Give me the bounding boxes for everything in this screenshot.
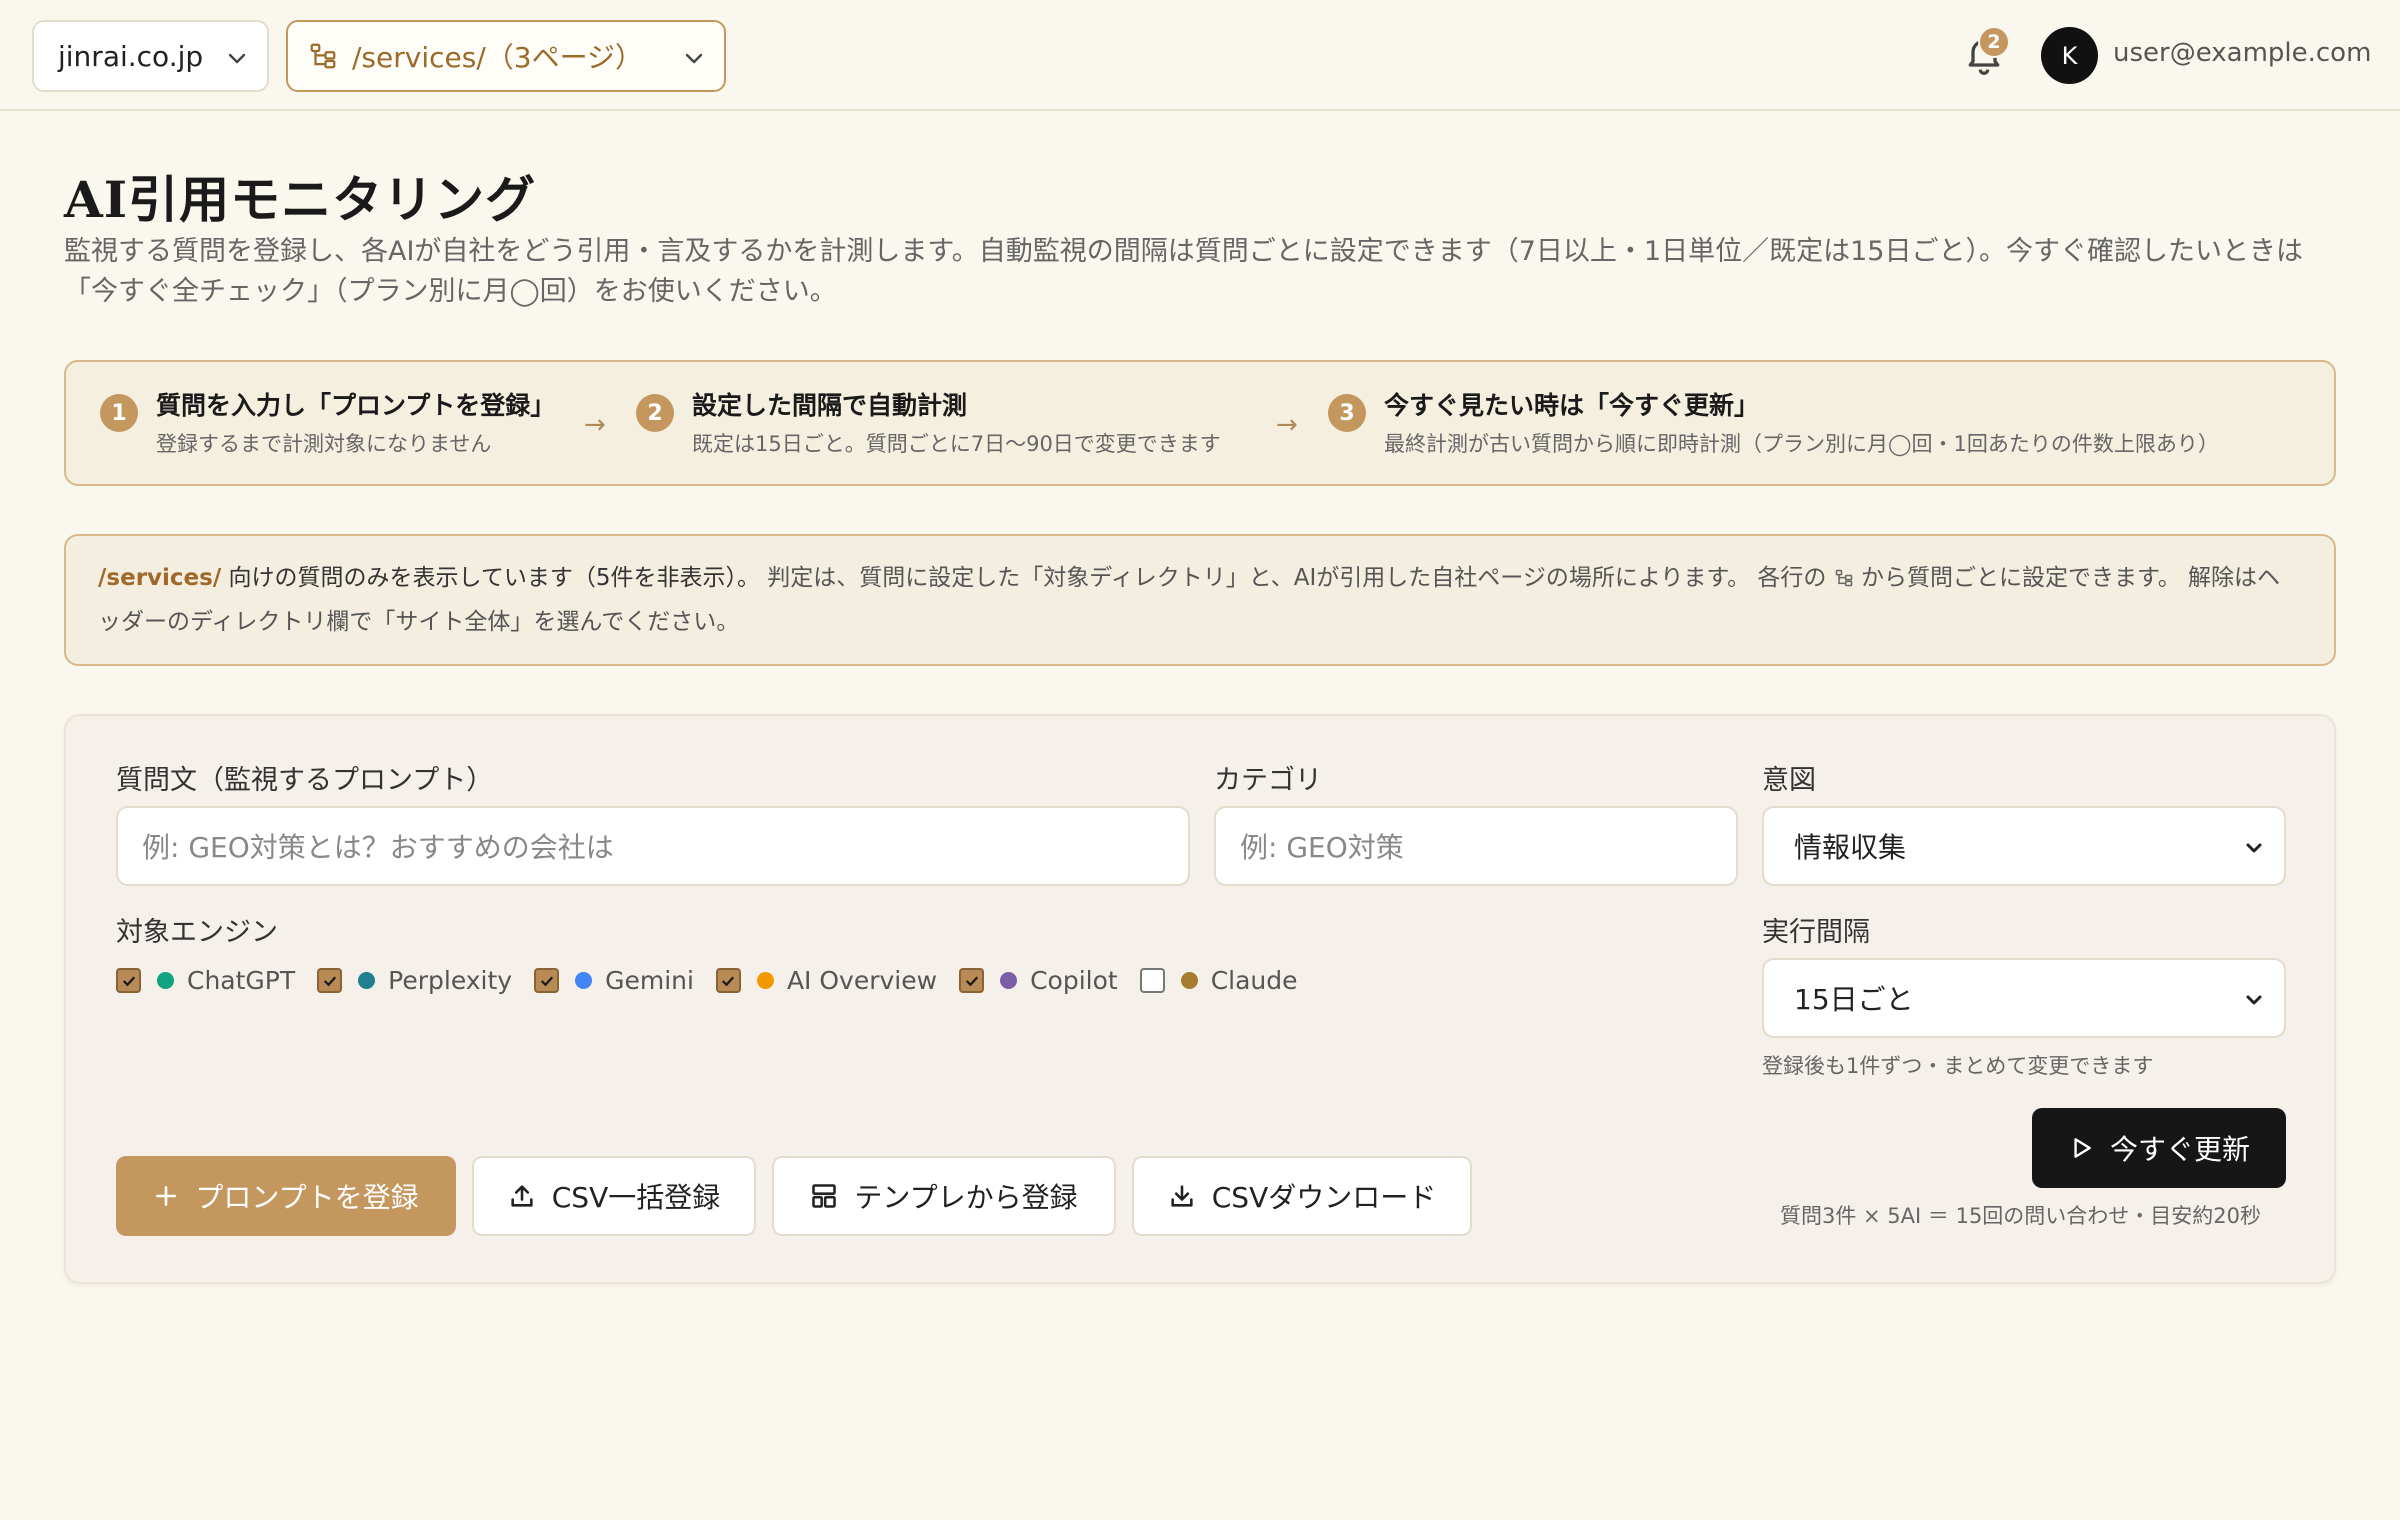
steps-panel: 1 質問を入力し「プロンプトを登録」 登録するまで計測対象になりません → 2 … bbox=[64, 360, 2336, 486]
intent-select[interactable]: 情報収集 bbox=[1762, 806, 2286, 886]
prompt-form: 質問文（監視するプロンプト） 例: GEO対策とは？おすすめの会社は カテゴリ … bbox=[64, 714, 2336, 1284]
engine-name: ChatGPT bbox=[187, 966, 296, 995]
step-number: 3 bbox=[1328, 394, 1366, 432]
chevron-down-icon bbox=[228, 53, 246, 64]
step-title: 質問を入力し「プロンプトを登録」 bbox=[156, 391, 556, 420]
engines-label: 対象エンジン bbox=[116, 917, 278, 948]
template-icon bbox=[812, 1184, 837, 1208]
template-register-label: テンプレから登録 bbox=[854, 1181, 1078, 1214]
interval-hint: 登録後も1件ずつ・まとめて変更できます bbox=[1762, 1054, 2154, 1078]
update-estimate: 質問3件 × 5AI ＝ 15回の問い合わせ・目安約20秒 bbox=[1780, 1204, 2262, 1228]
engine-gemini[interactable]: Gemini bbox=[534, 966, 694, 995]
checkbox[interactable] bbox=[1139, 968, 1165, 993]
notice-body: 判定は、質問に設定した「対象ディレクトリ」と、AIが引用した自社ページの場所によ… bbox=[760, 565, 1834, 591]
intent-label: 意図 bbox=[1762, 765, 1816, 796]
csv-bulk-label: CSV一括登録 bbox=[551, 1181, 721, 1214]
avatar[interactable]: K bbox=[2041, 27, 2098, 84]
checkbox[interactable] bbox=[317, 968, 343, 993]
template-register-button[interactable]: テンプレから登録 bbox=[772, 1156, 1116, 1236]
step-title: 今すぐ見たい時は「今すぐ更新」 bbox=[1384, 391, 1760, 420]
user-email[interactable]: user@example.com bbox=[2113, 38, 2371, 68]
engine-chatgpt[interactable]: ChatGPT bbox=[116, 966, 295, 995]
play-icon bbox=[2074, 1138, 2091, 1158]
engine-dot bbox=[157, 972, 174, 989]
csv-download-button[interactable]: CSVダウンロード bbox=[1132, 1156, 1472, 1236]
plus-icon bbox=[156, 1186, 177, 1206]
step-number: 2 bbox=[636, 394, 674, 432]
sitemap-icon bbox=[1835, 569, 1852, 587]
category-placeholder: 例: GEO対策 bbox=[1240, 831, 1404, 864]
csv-bulk-button[interactable]: CSV一括登録 bbox=[472, 1156, 756, 1236]
chevron-down-icon bbox=[2246, 843, 2262, 853]
notification-badge: 2 bbox=[1978, 26, 2010, 58]
checkbox[interactable] bbox=[116, 968, 141, 993]
upload-icon bbox=[511, 1185, 533, 1207]
step-title: 設定した間隔で自動計測 bbox=[692, 391, 968, 420]
engine-dot bbox=[358, 972, 376, 989]
engine-name: AI Overview bbox=[786, 966, 938, 995]
download-icon bbox=[1171, 1185, 1193, 1207]
engine-copilot[interactable]: Copilot bbox=[959, 966, 1118, 995]
intent-value: 情報収集 bbox=[1794, 831, 1907, 864]
notice-directory: /services/ bbox=[98, 565, 222, 591]
step-description: 登録するまで計測対象になりません bbox=[156, 432, 492, 456]
engine-perplexity[interactable]: Perplexity bbox=[317, 966, 512, 995]
engine-dot bbox=[1180, 972, 1198, 989]
page-description: 監視する質問を登録し、各AIが自社をどう引用・言及するかを計測します。自動監視の… bbox=[64, 236, 2303, 307]
step-description: 既定は15日ごと。質問ごとに7日〜90日で変更できます bbox=[692, 432, 1221, 456]
engine-dot bbox=[1000, 972, 1018, 989]
interval-label: 実行間隔 bbox=[1762, 917, 1870, 948]
engine-list: ChatGPT Perplexity Gemini AI Overview Co… bbox=[116, 966, 1320, 995]
step-number: 1 bbox=[100, 394, 138, 432]
category-input[interactable]: 例: GEO対策 bbox=[1214, 806, 1738, 886]
engine-name: Gemini bbox=[605, 966, 694, 995]
site-select-value: jinrai.co.jp bbox=[58, 39, 204, 73]
csv-download-label: CSVダウンロード bbox=[1211, 1181, 1437, 1214]
engine-name: Perplexity bbox=[388, 966, 513, 995]
question-label: 質問文（監視するプロンプト） bbox=[116, 765, 494, 796]
question-input[interactable]: 例: GEO対策とは？おすすめの会社は bbox=[116, 806, 1190, 886]
notice-lead: 向けの質問のみを表示しています（5件を非表示）。 bbox=[221, 565, 760, 591]
update-now-label: 今すぐ更新 bbox=[2109, 1133, 2250, 1166]
directory-filter-notice: /services/ 向けの質問のみを表示しています（5件を非表示）。 判定は、… bbox=[64, 534, 2336, 666]
engine-name: Copilot bbox=[1030, 966, 1118, 995]
directory-select[interactable]: /services/（3ページ） bbox=[286, 20, 726, 92]
directory-select-value: /services/（3ページ） bbox=[352, 41, 644, 74]
interval-select[interactable]: 15日ごと bbox=[1762, 958, 2286, 1038]
checkbox[interactable] bbox=[715, 968, 741, 993]
register-prompt-label: プロンプトを登録 bbox=[195, 1181, 419, 1214]
engine-name: Claude bbox=[1210, 966, 1298, 995]
site-select[interactable]: jinrai.co.jp bbox=[32, 20, 269, 92]
register-prompt-button[interactable]: プロンプトを登録 bbox=[116, 1156, 456, 1236]
chevron-down-icon bbox=[685, 53, 703, 64]
chevron-down-icon bbox=[2246, 995, 2262, 1005]
arrow-right-icon: → bbox=[1276, 410, 1298, 440]
engine-dot bbox=[756, 972, 774, 989]
sitemap-icon bbox=[310, 43, 336, 69]
app-header: jinrai.co.jp /services/（3ページ） 2 K user@e… bbox=[0, 0, 2400, 111]
engine-ai-overview[interactable]: AI Overview bbox=[715, 966, 938, 995]
checkbox[interactable] bbox=[534, 968, 560, 993]
page-title: AI引用モニタリング bbox=[64, 170, 537, 229]
engine-claude[interactable]: Claude bbox=[1139, 966, 1298, 995]
category-label: カテゴリ bbox=[1214, 765, 1322, 796]
step-description: 最終計測が古い質問から順に即時計測（プラン別に月◯回・1回あたりの件数上限あり） bbox=[1384, 432, 2219, 456]
checkbox[interactable] bbox=[959, 968, 985, 993]
arrow-right-icon: → bbox=[584, 410, 606, 440]
engine-dot bbox=[575, 972, 593, 989]
question-placeholder: 例: GEO対策とは？おすすめの会社は bbox=[142, 831, 614, 864]
update-now-button[interactable]: 今すぐ更新 bbox=[2032, 1108, 2286, 1188]
interval-value: 15日ごと bbox=[1794, 983, 1914, 1016]
